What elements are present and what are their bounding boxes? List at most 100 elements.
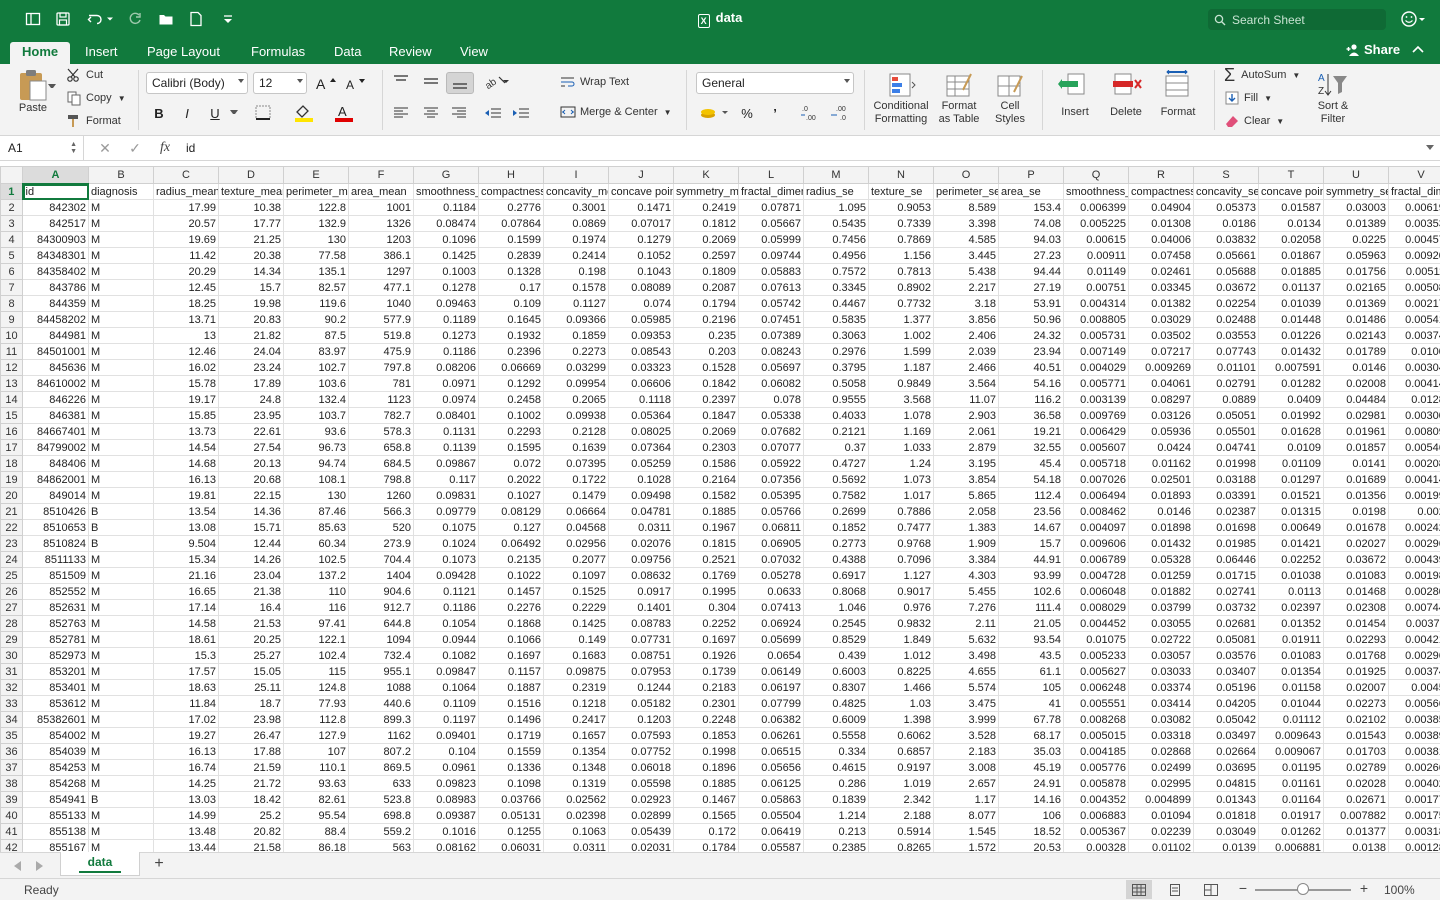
cell[interactable]: 132.9 bbox=[283, 215, 349, 232]
cell[interactable]: 122.1 bbox=[283, 631, 349, 648]
cell[interactable]: 0.02499 bbox=[1128, 759, 1194, 776]
cell[interactable]: 0.08401 bbox=[413, 407, 479, 424]
cell[interactable]: 0.02058 bbox=[1258, 231, 1324, 248]
cell[interactable]: 0.1967 bbox=[673, 519, 739, 536]
cell[interactable]: 20.68 bbox=[218, 471, 284, 488]
cell[interactable]: 955.1 bbox=[348, 663, 414, 680]
cell[interactable]: 0.2385 bbox=[803, 839, 869, 852]
cell[interactable]: 0.001754 bbox=[1388, 807, 1440, 824]
cell[interactable]: 8510426 bbox=[22, 503, 89, 520]
cell[interactable]: 0.05439 bbox=[608, 823, 674, 840]
cell[interactable]: 0.09875 bbox=[543, 663, 609, 680]
column-header-c[interactable]: C bbox=[153, 166, 219, 184]
cell[interactable]: 0.0889 bbox=[1193, 391, 1259, 408]
column-header-r[interactable]: R bbox=[1128, 166, 1194, 184]
cell[interactable]: 0.07356 bbox=[738, 471, 804, 488]
cell[interactable]: 0.1336 bbox=[478, 759, 544, 776]
cell[interactable]: 93.63 bbox=[283, 775, 349, 792]
cell[interactable]: 0.01389 bbox=[1323, 215, 1389, 232]
cell[interactable]: M bbox=[88, 727, 154, 744]
cell[interactable]: 519.8 bbox=[348, 327, 414, 344]
cell[interactable]: 0.0409 bbox=[1258, 391, 1324, 408]
cell[interactable]: M bbox=[88, 743, 154, 760]
cell[interactable]: M bbox=[88, 215, 154, 232]
cell[interactable]: 0.03695 bbox=[1193, 759, 1259, 776]
cell[interactable]: 844981 bbox=[22, 327, 89, 344]
cell[interactable]: 0.0944 bbox=[413, 631, 479, 648]
row-header[interactable]: 11 bbox=[0, 343, 23, 360]
cell[interactable]: 0.02027 bbox=[1323, 535, 1389, 552]
cell[interactable]: concavity_se bbox=[1193, 183, 1259, 200]
cell[interactable]: 0.03318 bbox=[1128, 727, 1194, 744]
cell[interactable]: 14.25 bbox=[153, 775, 219, 792]
cell[interactable]: 0.05259 bbox=[608, 455, 674, 472]
cell[interactable]: 0.1812 bbox=[673, 215, 739, 232]
cell[interactable]: 0.4956 bbox=[803, 247, 869, 264]
cell[interactable]: 0.03502 bbox=[1128, 327, 1194, 344]
cell[interactable]: 0.1853 bbox=[673, 727, 739, 744]
column-header-o[interactable]: O bbox=[933, 166, 999, 184]
cell[interactable]: 0.005225 bbox=[1063, 215, 1129, 232]
font-size-select[interactable]: 12 bbox=[253, 72, 307, 94]
cell[interactable]: 0.01226 bbox=[1258, 327, 1324, 344]
cell[interactable]: 0.09744 bbox=[738, 247, 804, 264]
cell[interactable]: 0.005607 bbox=[1063, 439, 1129, 456]
cell[interactable]: M bbox=[88, 615, 154, 632]
cell[interactable]: 0.06446 bbox=[1193, 551, 1259, 568]
cell[interactable]: 5.438 bbox=[933, 263, 999, 280]
cell[interactable]: 0.03029 bbox=[1128, 311, 1194, 328]
cell[interactable]: 108.1 bbox=[283, 471, 349, 488]
tab-review[interactable]: Review bbox=[377, 42, 444, 64]
cell[interactable]: 0.01369 bbox=[1323, 295, 1389, 312]
cell[interactable]: 0.02501 bbox=[1128, 471, 1194, 488]
cell[interactable]: 0.007444 bbox=[1388, 599, 1440, 616]
cell[interactable]: 0.1054 bbox=[413, 615, 479, 632]
cell[interactable]: 1.383 bbox=[933, 519, 999, 536]
cell[interactable]: 45.4 bbox=[998, 455, 1064, 472]
column-header-e[interactable]: E bbox=[283, 166, 349, 184]
cell[interactable]: 0.4467 bbox=[803, 295, 869, 312]
cell[interactable]: 0.0139 bbox=[1193, 839, 1259, 852]
cell[interactable]: 0.03126 bbox=[1128, 407, 1194, 424]
cell[interactable]: 0.1719 bbox=[478, 727, 544, 744]
spreadsheet-grid[interactable]: ABCDEFGHIJKLMNOPQRSTUV 1 id diagnosis radiu… bbox=[0, 166, 1440, 852]
cell[interactable]: 0.1027 bbox=[478, 487, 544, 504]
cell[interactable]: 0.004314 bbox=[1063, 295, 1129, 312]
cell[interactable]: 54.18 bbox=[998, 471, 1064, 488]
cell[interactable]: 0.2458 bbox=[478, 391, 544, 408]
cell[interactable]: 0.3345 bbox=[803, 279, 869, 296]
cell[interactable]: 10.38 bbox=[218, 199, 284, 216]
column-header-n[interactable]: N bbox=[868, 166, 934, 184]
cell[interactable]: 0.1186 bbox=[413, 343, 479, 360]
cell[interactable]: 0.08983 bbox=[413, 791, 479, 808]
cell[interactable]: 3.384 bbox=[933, 551, 999, 568]
cell[interactable]: 137.2 bbox=[283, 567, 349, 584]
cell[interactable]: M bbox=[88, 711, 154, 728]
cell[interactable]: 0.0311 bbox=[608, 519, 674, 536]
cell[interactable]: 0.002665 bbox=[1388, 759, 1440, 776]
cell[interactable]: 102.7 bbox=[283, 359, 349, 376]
cell[interactable]: 0.02681 bbox=[1193, 615, 1259, 632]
cell[interactable]: 7.276 bbox=[933, 599, 999, 616]
cell[interactable]: 0.1096 bbox=[413, 231, 479, 248]
tab-page-layout[interactable]: Page Layout bbox=[135, 42, 232, 64]
cell[interactable]: 0.005233 bbox=[1063, 647, 1129, 664]
cell[interactable]: 0.9017 bbox=[868, 583, 934, 600]
column-header-b[interactable]: B bbox=[88, 166, 154, 184]
cell[interactable]: 0.2319 bbox=[543, 679, 609, 696]
cell[interactable]: 0.05656 bbox=[738, 759, 804, 776]
cell[interactable]: 153.4 bbox=[998, 199, 1064, 216]
column-header-l[interactable]: L bbox=[738, 166, 804, 184]
cell[interactable]: 566.3 bbox=[348, 503, 414, 520]
cell[interactable]: 0.01885 bbox=[1258, 263, 1324, 280]
cell[interactable]: 0.1794 bbox=[673, 295, 739, 312]
cell[interactable]: 0.1586 bbox=[673, 455, 739, 472]
cell[interactable]: 0.8529 bbox=[803, 631, 869, 648]
cell[interactable]: 0.01162 bbox=[1128, 455, 1194, 472]
cell[interactable]: 24.32 bbox=[998, 327, 1064, 344]
row-header[interactable]: 28 bbox=[0, 615, 23, 632]
cell[interactable]: 0.2077 bbox=[543, 551, 609, 568]
cell[interactable]: 0.9768 bbox=[868, 535, 934, 552]
cell[interactable]: 0.2183 bbox=[673, 679, 739, 696]
cell[interactable]: 0.01768 bbox=[1323, 647, 1389, 664]
